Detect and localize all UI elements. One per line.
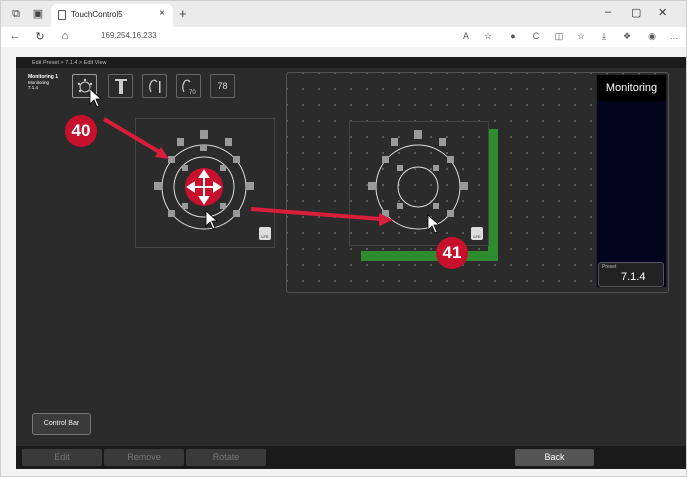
callout-arrows bbox=[102, 117, 393, 226]
speaker-ring-target bbox=[368, 130, 468, 230]
annotation-overlay bbox=[89, 88, 468, 234]
browser-window: ⧉ ▣ TouchControl5 × + – ▢ ✕ ← ↻ ⌂ 169.25… bbox=[0, 0, 687, 477]
speaker-ring-source bbox=[154, 130, 254, 230]
callout-badge-40: 40 bbox=[65, 115, 97, 147]
callout-badge-41: 41 bbox=[436, 237, 468, 269]
